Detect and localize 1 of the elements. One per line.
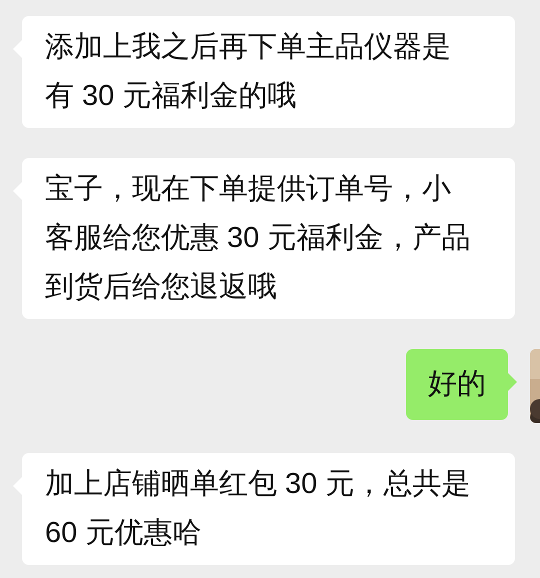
bubble-tail (508, 373, 517, 391)
